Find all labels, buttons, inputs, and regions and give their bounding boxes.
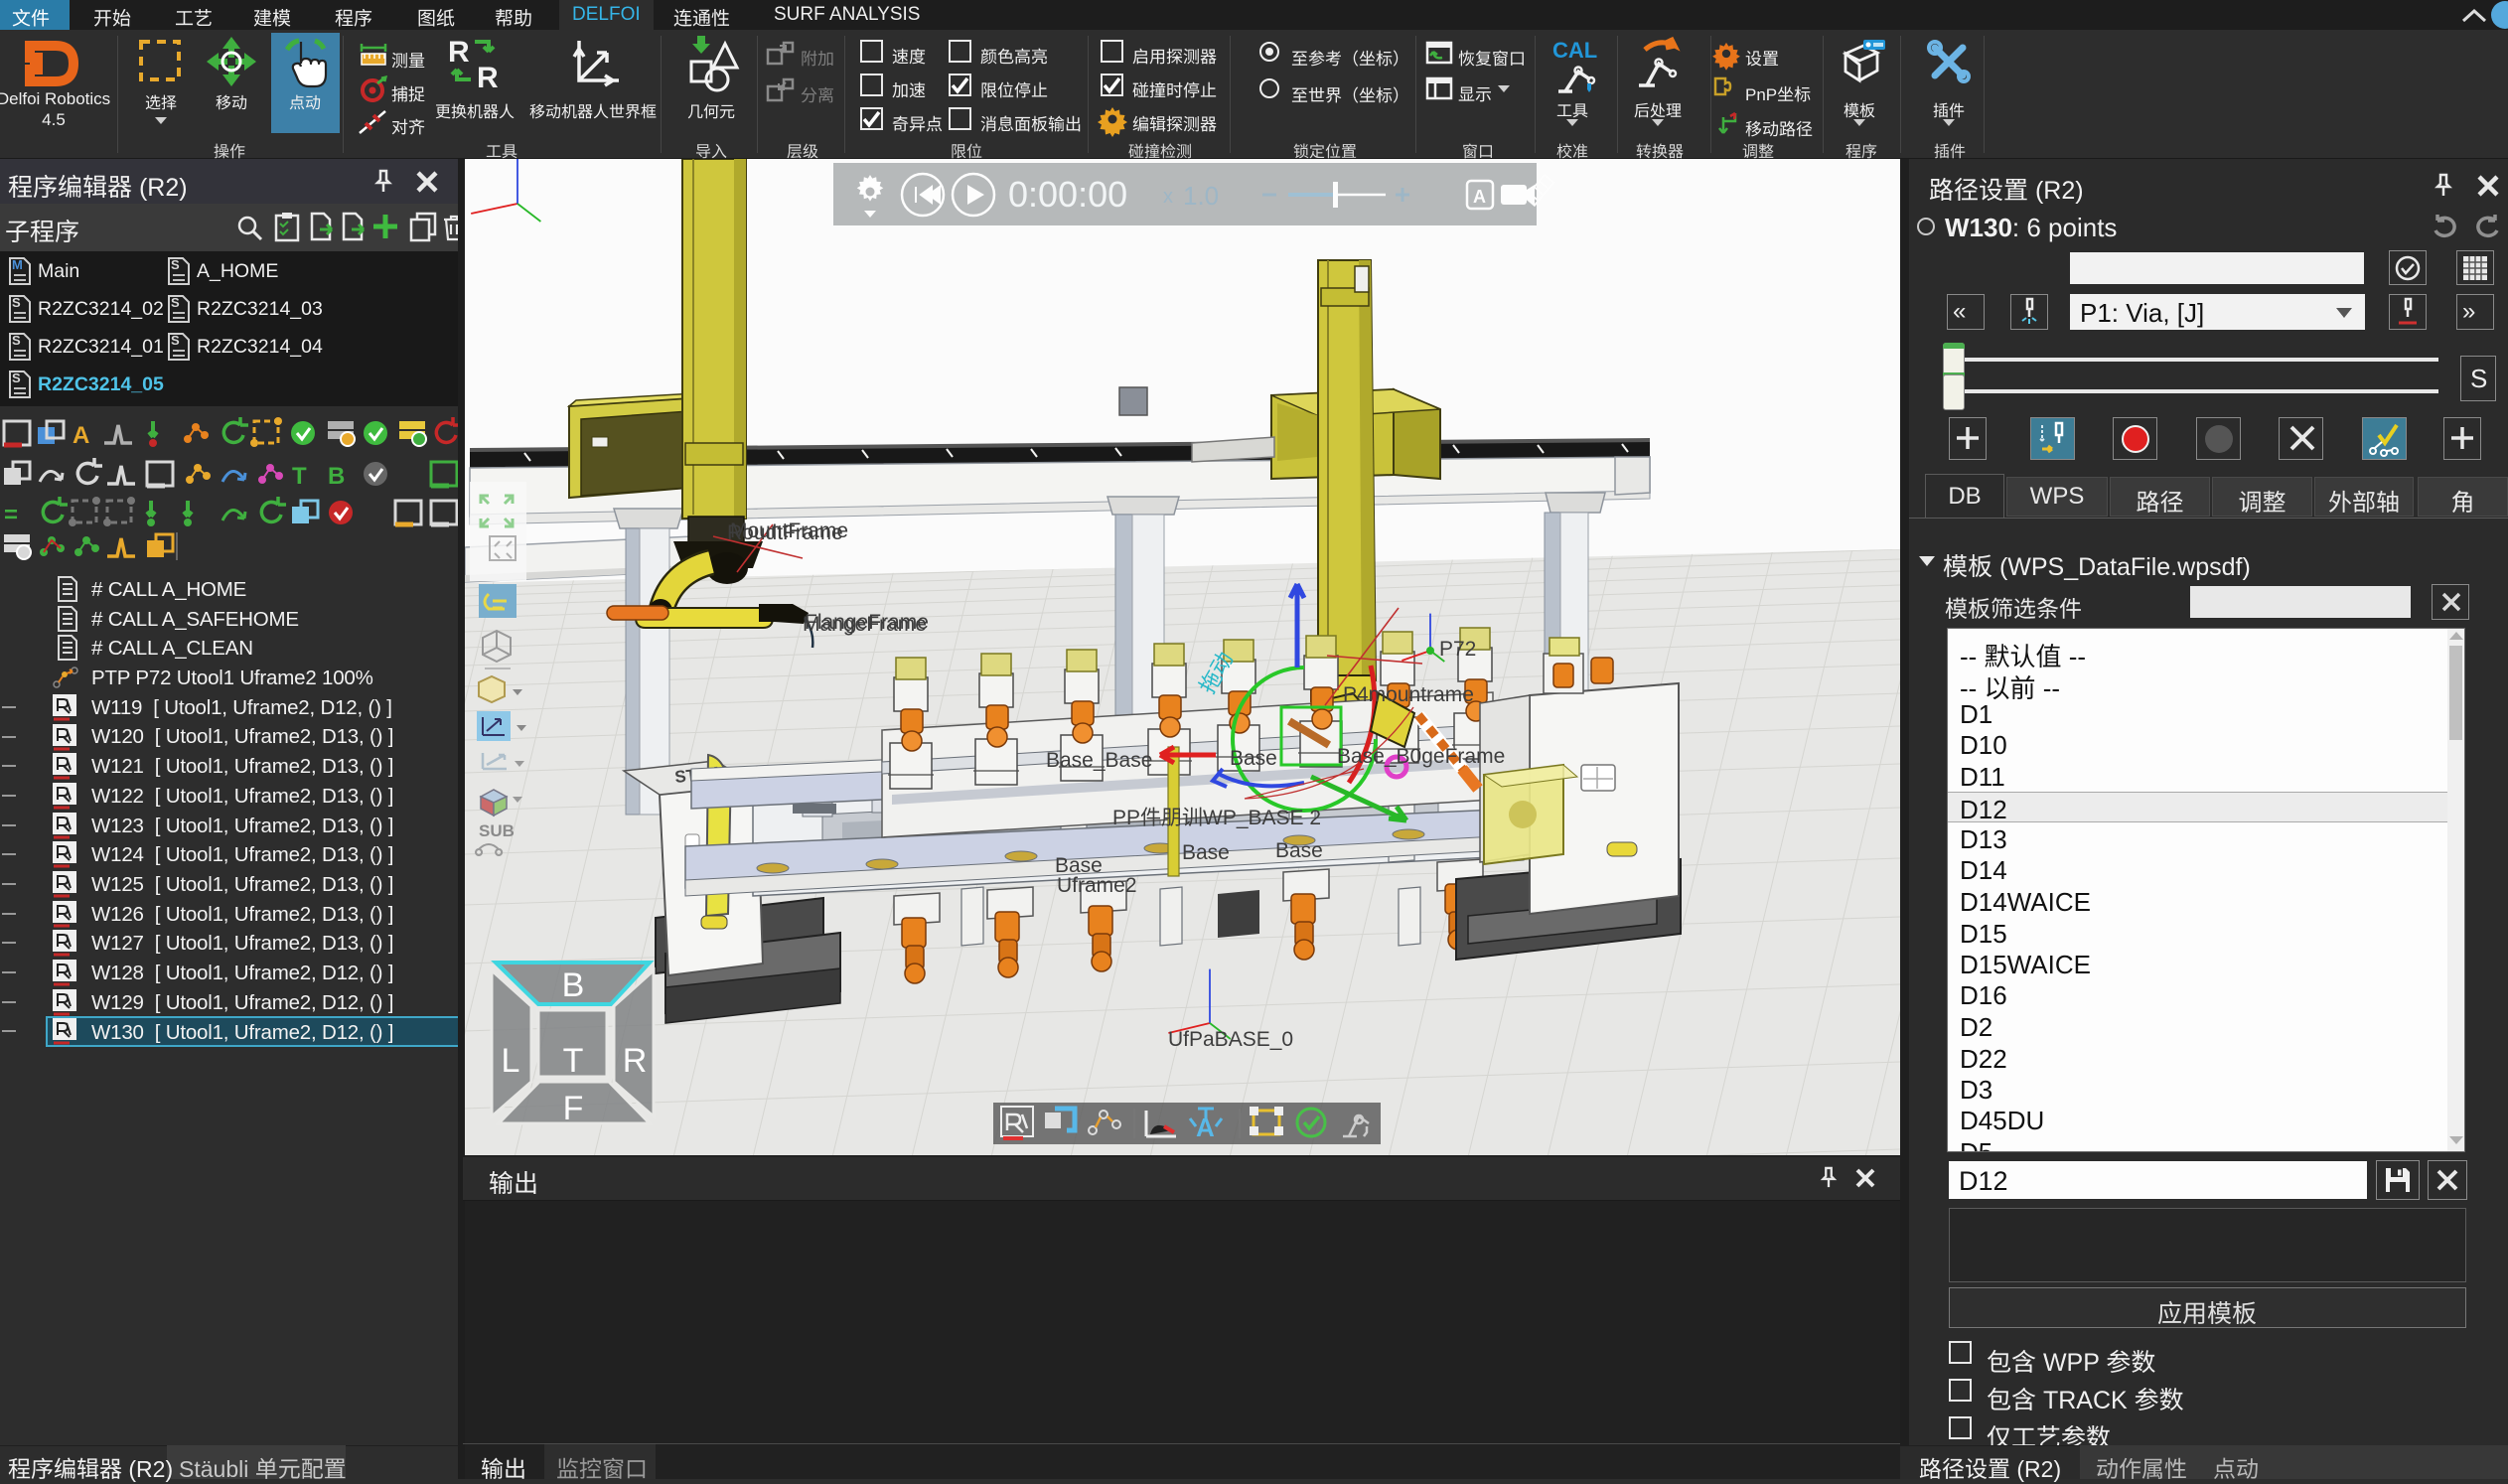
svg-text:=: = [4,502,18,528]
svg-text:F: F [563,1090,584,1127]
svg-text:R: R [477,62,499,94]
svg-text:S: S [12,295,21,310]
svg-text:R: R [623,1042,648,1080]
svg-text:FlangeFrame: FlangeFrame [805,611,929,634]
svg-text:x: x [1163,186,1173,208]
svg-text:SUB: SUB [479,821,515,840]
svg-text:A: A [1196,1113,1215,1142]
svg-text:1.0: 1.0 [1183,181,1219,211]
svg-text:A: A [1473,187,1486,207]
svg-text:L: L [502,1042,520,1080]
svg-text:A: A [73,422,89,449]
svg-text:UfPaBASE_0: UfPaBASE_0 [1168,1028,1293,1051]
svg-text:Base_Base: Base_Base [1046,749,1152,772]
svg-text:T: T [563,1042,584,1080]
svg-text:S: S [171,295,180,310]
svg-text:PP件朋训WP_BASE 2: PP件朋训WP_BASE 2 [1112,807,1321,829]
svg-text:Base: Base [1275,839,1323,862]
svg-text:B: B [562,966,585,1004]
svg-text:Base_B0geFrame: Base_B0geFrame [1337,745,1505,768]
svg-text:P4mountrame: P4mountrame [1343,683,1474,706]
svg-text:R: R [448,36,470,69]
svg-text:0:00:00: 0:00:00 [1008,174,1127,215]
svg-text:Base: Base [1182,841,1230,864]
svg-text:S: S [171,257,180,272]
svg-text:M: M [12,257,23,272]
svg-text:T: T [292,463,307,490]
svg-text:S: S [171,333,180,348]
svg-text:S: S [12,371,21,385]
svg-text:P72: P72 [1439,638,1476,661]
svg-text:B: B [328,463,345,490]
svg-text:S: S [12,333,21,348]
svg-text:Uframe2: Uframe2 [1057,874,1137,897]
svg-text:Base: Base [1230,747,1277,770]
svg-text:MountFrame: MountFrame [730,519,848,542]
